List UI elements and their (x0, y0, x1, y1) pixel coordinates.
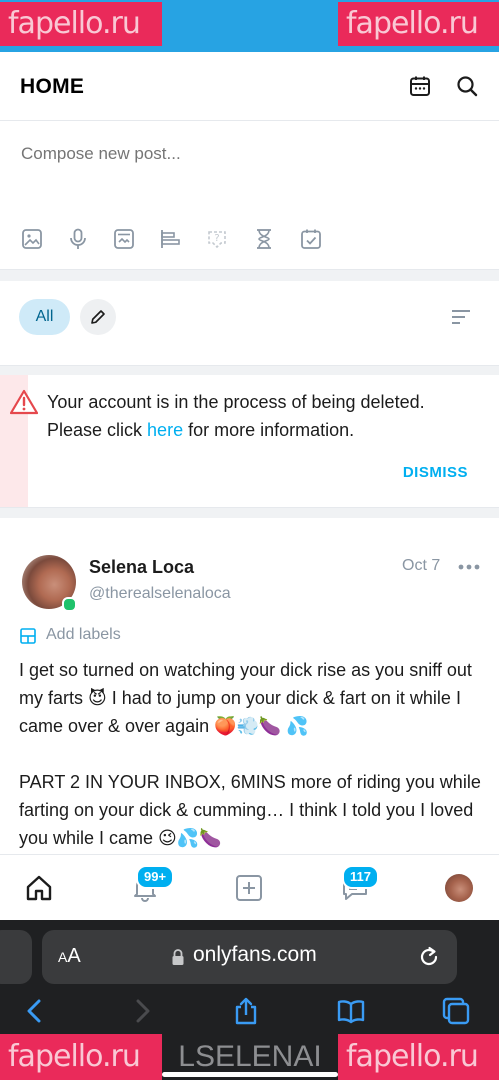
watermark-bottom-left: fapello.ru (0, 1034, 162, 1080)
feed-post: Selena Loca @therealselenaloca Oct 7 Add… (0, 518, 499, 854)
share-icon[interactable] (231, 996, 261, 1026)
alert-line1: Your account is in the process of being … (47, 392, 425, 412)
expiration-timer-icon[interactable] (252, 227, 276, 251)
media-vault-icon[interactable] (112, 227, 136, 251)
previous-tab-stub[interactable] (0, 930, 32, 984)
divider (0, 507, 499, 518)
post-text-paragraph: I get so turned on watching your dick ri… (19, 660, 472, 736)
quiz-icon[interactable]: ? (205, 227, 229, 251)
watermark-top-right: fapello.ru (338, 2, 499, 46)
watermark-bottom-right: fapello.ru (338, 1034, 499, 1080)
alert-line2-start: Please click (47, 420, 148, 440)
image-icon[interactable] (20, 227, 44, 251)
home-indicator (162, 1072, 338, 1077)
dismiss-button[interactable]: DISMISS (403, 464, 468, 481)
post-text-paragraph: PART 2 IN YOUR INBOX, 6MINS more of ridi… (19, 772, 481, 848)
messages-badge: 117 (342, 865, 379, 889)
alert-message: Your account is in the process of being … (47, 388, 477, 444)
bottom-navigation: 99+ 117 (0, 854, 499, 921)
author-name[interactable]: Selena Loca (89, 557, 194, 578)
schedule-icon[interactable] (299, 227, 323, 251)
back-icon[interactable] (20, 996, 50, 1026)
author-handle[interactable]: @therealselenaloca (89, 585, 231, 603)
alert-here-link[interactable]: here (147, 420, 183, 440)
alert-line2-end: for more information. (183, 420, 355, 440)
url-text: onlyfans.com (193, 943, 317, 966)
aa-large: A (67, 945, 81, 967)
compose-post-input[interactable] (19, 143, 473, 165)
reader-settings-button[interactable]: AA (58, 945, 81, 968)
address-bar[interactable]: AA onlyfans.com (42, 930, 457, 984)
compose-area: ? (0, 121, 499, 269)
more-options-icon[interactable] (458, 564, 480, 570)
post-date: Oct 7 (402, 557, 441, 574)
account-deletion-alert: Your account is in the process of being … (0, 375, 499, 507)
profile-avatar[interactable] (445, 874, 473, 902)
watermark-top-left: fapello.ru (0, 2, 162, 46)
labels-icon[interactable] (19, 627, 37, 645)
pencil-icon (91, 310, 105, 324)
search-icon[interactable] (455, 74, 479, 98)
add-labels-link[interactable]: Add labels (46, 626, 121, 644)
lock-icon (172, 949, 184, 965)
notifications-badge: 99+ (136, 865, 175, 889)
forward-icon[interactable] (127, 996, 157, 1026)
sort-icon[interactable] (449, 305, 473, 329)
filter-chip-all[interactable]: All (19, 299, 70, 335)
add-post-icon[interactable] (234, 873, 264, 903)
svg-text:?: ? (214, 233, 219, 244)
home-icon[interactable] (24, 873, 54, 903)
calendar-icon[interactable] (408, 74, 432, 98)
app-header: HOME (0, 52, 499, 121)
microphone-icon[interactable] (66, 227, 90, 251)
divider (0, 269, 499, 281)
feed-filter-row: All (0, 281, 499, 365)
poll-icon[interactable] (158, 227, 182, 251)
online-status-dot (62, 597, 77, 612)
aa-small: A (58, 949, 68, 965)
warning-icon (10, 389, 38, 415)
reload-icon[interactable] (417, 945, 441, 969)
edit-filters-button[interactable] (80, 299, 116, 335)
bookmarks-icon[interactable] (336, 996, 366, 1026)
page-title: HOME (20, 75, 85, 98)
tabs-icon[interactable] (441, 996, 471, 1026)
